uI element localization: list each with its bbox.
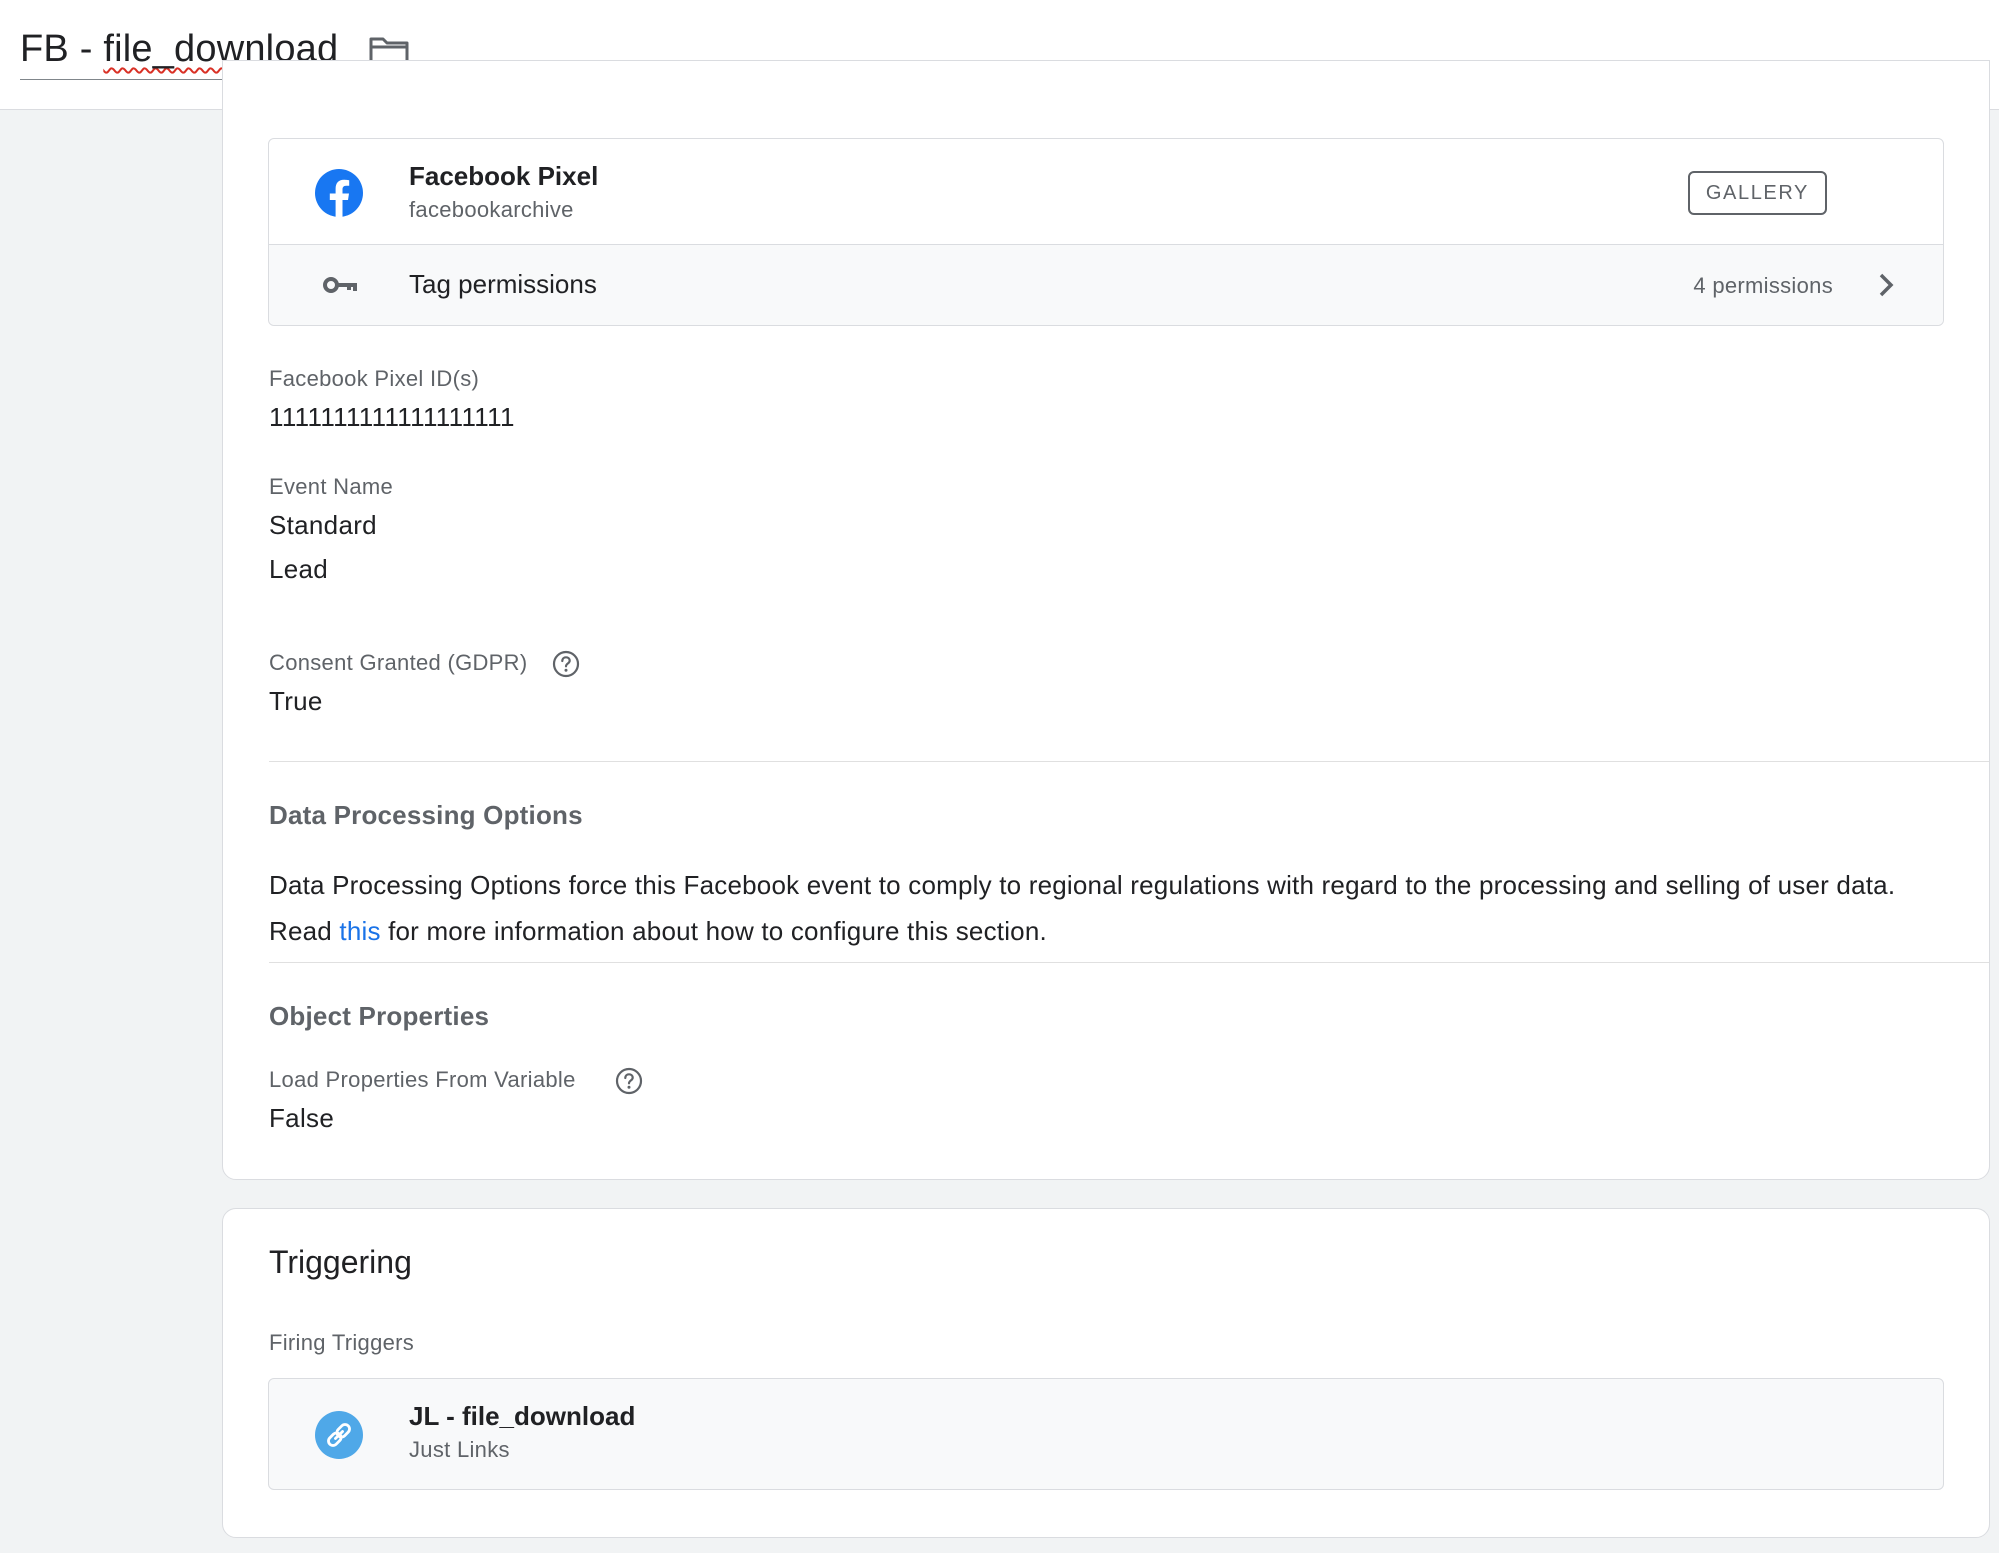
- load-properties-value: False: [269, 1103, 335, 1133]
- load-properties-help-icon[interactable]: [615, 1067, 643, 1095]
- consent-value: True: [269, 686, 323, 716]
- section-divider: [269, 962, 1989, 963]
- link-icon: [315, 1411, 363, 1459]
- trigger-item[interactable]: JL - file_download Just Links: [268, 1378, 1944, 1490]
- gallery-button[interactable]: GALLERY: [1687, 171, 1827, 215]
- event-name-value: Lead: [269, 554, 329, 584]
- tag-type-subtitle: facebookarchive: [409, 197, 574, 222]
- data-processing-text-after: for more information about how to config…: [380, 916, 1047, 946]
- load-properties-label: Load Properties From Variable: [269, 1067, 576, 1092]
- data-processing-link[interactable]: this: [339, 916, 380, 946]
- triggering-title: Triggering: [269, 1244, 412, 1280]
- data-processing-title: Data Processing Options: [269, 800, 583, 830]
- section-divider: [269, 761, 1989, 762]
- object-properties-title: Object Properties: [269, 1001, 490, 1031]
- event-name-label: Event Name: [269, 474, 394, 499]
- tag-permissions-label: Tag permissions: [409, 269, 597, 299]
- tag-name-prefix: FB -: [20, 28, 104, 70]
- trigger-type: Just Links: [409, 1437, 510, 1462]
- tag-permissions-count: 4 permissions: [1693, 273, 1833, 298]
- tag-type-title: Facebook Pixel: [409, 161, 599, 191]
- trigger-name: JL - file_download: [409, 1401, 636, 1431]
- consent-help-icon[interactable]: [552, 650, 580, 678]
- data-processing-description: Data Processing Options force this Faceb…: [269, 862, 1959, 954]
- firing-triggers-label: Firing Triggers: [269, 1330, 415, 1355]
- pixel-id-label: Facebook Pixel ID(s): [269, 366, 480, 391]
- consent-label: Consent Granted (GDPR): [269, 650, 528, 675]
- tag-type-box: Facebook Pixel facebookarchive GALLERY T…: [268, 138, 1944, 326]
- event-name-type: Standard: [269, 510, 377, 540]
- tag-permissions-row[interactable]: Tag permissions 4 permissions: [269, 245, 1943, 325]
- chevron-right-icon: [1879, 273, 1894, 297]
- tag-type-row[interactable]: Facebook Pixel facebookarchive GALLERY: [269, 139, 1943, 245]
- pixel-id-value: 1111111111111111111: [269, 402, 515, 432]
- facebook-icon: [315, 169, 363, 217]
- key-icon: [323, 277, 357, 293]
